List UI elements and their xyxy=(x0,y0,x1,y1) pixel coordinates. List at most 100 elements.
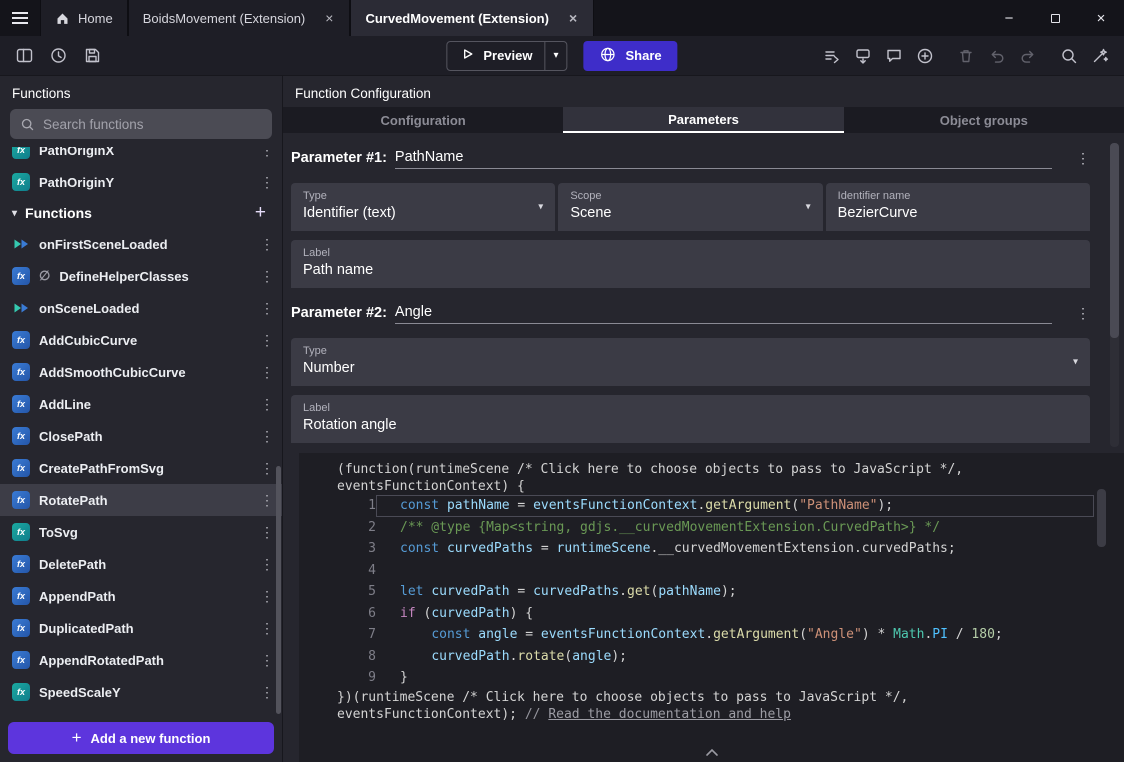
code-header-line[interactable]: })(runtimeScene /* Click here to choose … xyxy=(299,689,1124,706)
undo-icon[interactable] xyxy=(983,42,1011,70)
sidebar-scrollbar-thumb[interactable] xyxy=(276,466,281,714)
share-button[interactable]: Share xyxy=(584,41,678,71)
function-list-item[interactable]: fxPathOriginX⋮ xyxy=(0,147,282,166)
item-menu-icon[interactable]: ⋮ xyxy=(260,268,274,285)
item-menu-icon[interactable]: ⋮ xyxy=(260,524,274,541)
history-icon[interactable] xyxy=(44,42,72,70)
close-button[interactable]: × xyxy=(1078,0,1124,36)
titlebar-tab[interactable]: Home xyxy=(40,0,128,36)
code-line[interactable]: 6if (curvedPath) { xyxy=(299,603,1124,625)
menu-button[interactable] xyxy=(0,0,40,36)
tab-close-icon[interactable]: × xyxy=(323,10,335,26)
function-list-item[interactable]: fxToSvg⋮ xyxy=(0,516,282,548)
function-list-item[interactable]: fxAppendRotatedPath⋮ xyxy=(0,644,282,676)
item-menu-icon[interactable]: ⋮ xyxy=(260,684,274,701)
preview-button-main[interactable]: Preview xyxy=(447,42,544,70)
publish-icon[interactable] xyxy=(818,42,846,70)
redo-icon[interactable] xyxy=(1014,42,1042,70)
field-scope[interactable]: ScopeScene▾ xyxy=(558,183,822,231)
save-icon[interactable] xyxy=(78,42,106,70)
item-menu-icon[interactable]: ⋮ xyxy=(260,396,274,413)
parameter-name-input[interactable]: PathName xyxy=(395,149,1052,169)
function-list-item[interactable]: fxAppendPath⋮ xyxy=(0,580,282,612)
function-list-item[interactable]: fxRotatePath⋮ xyxy=(0,484,282,516)
titlebar-tab[interactable]: BoidsMovement (Extension)× xyxy=(128,0,351,36)
params-scrollbar-thumb[interactable] xyxy=(1110,143,1119,338)
trash-icon[interactable] xyxy=(952,42,980,70)
field-label-text[interactable]: LabelPath name xyxy=(291,240,1090,288)
item-menu-icon[interactable]: ⋮ xyxy=(260,588,274,605)
code-header-line[interactable]: eventsFunctionContext); // Read the docu… xyxy=(299,706,1124,723)
code-line[interactable]: 9} xyxy=(299,667,1124,689)
parameter-menu-icon[interactable]: ⋮ xyxy=(1076,305,1090,324)
add-circle-icon[interactable] xyxy=(911,42,939,70)
add-function-icon[interactable]: + xyxy=(255,202,270,224)
item-menu-icon[interactable]: ⋮ xyxy=(260,460,274,477)
code-line[interactable]: 4 xyxy=(299,560,1124,582)
minimize-button[interactable]: − xyxy=(986,0,1032,36)
params-scrollbar[interactable] xyxy=(1110,143,1119,447)
code-header-line[interactable]: (function(runtimeScene /* Click here to … xyxy=(299,461,1124,478)
export-icon[interactable] xyxy=(849,42,877,70)
editor-scrollbar-thumb[interactable] xyxy=(1097,489,1106,547)
ai-magic-wand-icon[interactable] xyxy=(1086,42,1114,70)
code-header-line[interactable]: eventsFunctionContext) { xyxy=(299,478,1124,495)
item-menu-icon[interactable]: ⋮ xyxy=(260,620,274,637)
collapse-editor-button[interactable] xyxy=(704,746,720,761)
feedback-icon[interactable] xyxy=(880,42,908,70)
item-menu-icon[interactable]: ⋮ xyxy=(260,428,274,445)
preview-button[interactable]: Preview ▾ xyxy=(446,41,567,71)
code-line[interactable]: 1const pathName = eventsFunctionContext.… xyxy=(299,495,1124,517)
function-list-item[interactable]: onSceneLoaded ⋮ xyxy=(0,292,282,324)
item-menu-icon[interactable]: ⋮ xyxy=(260,300,274,317)
parameter-menu-icon[interactable]: ⋮ xyxy=(1076,150,1090,169)
function-list-item[interactable]: fxAddLine⋮ xyxy=(0,388,282,420)
search-functions-input[interactable] xyxy=(43,117,262,132)
code-line[interactable]: 7 const angle = eventsFunctionContext.ge… xyxy=(299,624,1124,646)
item-menu-icon[interactable]: ⋮ xyxy=(260,652,274,669)
maximize-button[interactable] xyxy=(1032,0,1078,36)
function-list-item[interactable]: fxSpeedScaleY⋮ xyxy=(0,676,282,708)
field-identifier-name[interactable]: Identifier nameBezierCurve xyxy=(826,183,1090,231)
function-list-item[interactable]: fxClosePath⋮ xyxy=(0,420,282,452)
field-label-text[interactable]: LabelRotation angle xyxy=(291,395,1090,443)
item-menu-icon[interactable]: ⋮ xyxy=(260,556,274,573)
field-type[interactable]: TypeIdentifier (text)▾ xyxy=(291,183,555,231)
item-menu-icon[interactable]: ⋮ xyxy=(260,174,274,191)
functions-section-header[interactable]: ▾Functions+ xyxy=(0,198,282,228)
function-name: onSceneLoaded xyxy=(39,301,251,316)
function-list-item[interactable]: fxCreatePathFromSvg⋮ xyxy=(0,452,282,484)
item-menu-icon[interactable]: ⋮ xyxy=(260,236,274,253)
function-list-item[interactable]: fxDuplicatedPath⋮ xyxy=(0,612,282,644)
function-list-item[interactable]: fx∅DefineHelperClasses⋮ xyxy=(0,260,282,292)
tab-object-groups[interactable]: Object groups xyxy=(844,107,1124,133)
item-menu-icon[interactable]: ⋮ xyxy=(260,492,274,509)
item-menu-icon[interactable]: ⋮ xyxy=(260,332,274,349)
item-menu-icon[interactable]: ⋮ xyxy=(260,364,274,381)
add-new-function-button[interactable]: + Add a new function xyxy=(8,722,274,754)
function-list-item[interactable]: onFirstSceneLoaded ⋮ xyxy=(0,228,282,260)
search-box[interactable] xyxy=(10,109,272,139)
tab-configuration[interactable]: Configuration xyxy=(283,107,563,133)
function-name: onFirstSceneLoaded xyxy=(39,237,251,252)
line-number: 2 xyxy=(299,517,376,539)
code-line[interactable]: 8 curvedPath.rotate(angle); xyxy=(299,646,1124,668)
code-text: const angle = eventsFunctionContext.getA… xyxy=(376,624,1094,646)
parameter-name-input[interactable]: Angle xyxy=(395,304,1052,324)
function-list-item[interactable]: fxDeletePath⋮ xyxy=(0,548,282,580)
item-menu-icon[interactable]: ⋮ xyxy=(260,147,274,159)
tab-parameters[interactable]: Parameters xyxy=(563,107,843,133)
function-list-item[interactable]: fxAddCubicCurve⋮ xyxy=(0,324,282,356)
titlebar-tab[interactable]: CurvedMovement (Extension)× xyxy=(350,0,594,36)
code-line[interactable]: 2/** @type {Map<string, gdjs.__curvedMov… xyxy=(299,517,1124,539)
function-list-item[interactable]: fxAddSmoothCubicCurve⋮ xyxy=(0,356,282,388)
code-line[interactable]: 3const curvedPaths = runtimeScene.__curv… xyxy=(299,538,1124,560)
tab-close-icon[interactable]: × xyxy=(567,10,579,26)
preview-dropdown-button[interactable]: ▾ xyxy=(545,42,567,70)
field-type[interactable]: TypeNumber▾ xyxy=(291,338,1090,386)
layout-panels-icon[interactable] xyxy=(10,42,38,70)
function-list-item[interactable]: fxPathOriginY⋮ xyxy=(0,166,282,198)
search-icon[interactable] xyxy=(1055,42,1083,70)
code-line[interactable]: 5let curvedPath = curvedPaths.get(pathNa… xyxy=(299,581,1124,603)
tab-label: Home xyxy=(78,11,113,26)
